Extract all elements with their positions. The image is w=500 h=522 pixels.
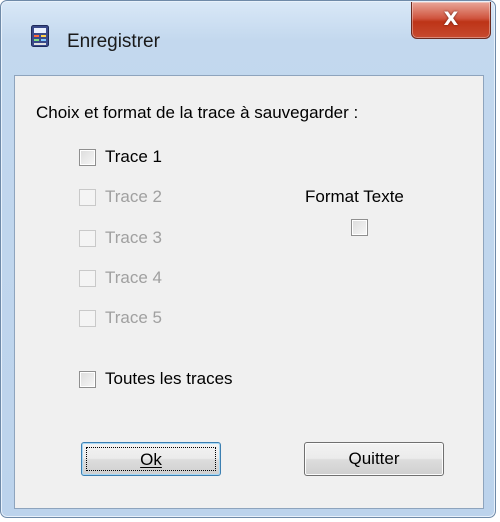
trace-2-row: Trace 2 (79, 186, 162, 208)
trace-5-row: Trace 5 (79, 307, 162, 329)
quit-button[interactable]: Quitter (304, 442, 444, 476)
trace-5-label: Trace 5 (105, 308, 163, 327)
trace-2-checkbox (79, 188, 96, 206)
quit-button-label: Quitter (348, 449, 400, 468)
close-icon: X (443, 8, 459, 30)
trace-1-label: Trace 1 (105, 147, 163, 166)
trace-4-label: Trace 4 (105, 268, 163, 287)
trace-4-checkbox (79, 269, 96, 287)
trace-3-checkbox (79, 229, 96, 247)
close-button[interactable]: X (411, 2, 491, 39)
all-traces-row[interactable]: Toutes les traces (79, 368, 233, 390)
all-traces-checkbox[interactable] (79, 370, 96, 388)
trace-2-label: Trace 2 (105, 187, 163, 206)
ok-button[interactable]: Ok (81, 442, 221, 476)
format-text-label: Format Texte (305, 187, 404, 206)
trace-5-checkbox (79, 309, 96, 327)
trace-1-checkbox[interactable] (79, 148, 96, 166)
dialog-window: Enregistrer X Choix et format de la trac… (0, 0, 496, 518)
window-title: Enregistrer (67, 31, 160, 52)
trace-3-label: Trace 3 (105, 228, 163, 247)
trace-4-row: Trace 4 (79, 267, 162, 289)
all-traces-label: Toutes les traces (105, 369, 233, 388)
prompt-label: Choix et format de la trace à sauvegarde… (36, 103, 359, 122)
format-text-checkbox[interactable] (351, 219, 368, 236)
ok-button-label: Ok (140, 450, 162, 469)
app-icon (31, 25, 49, 47)
trace-1-row[interactable]: Trace 1 (79, 146, 162, 168)
trace-3-row: Trace 3 (79, 227, 162, 249)
client-area: Choix et format de la trace à sauvegarde… (14, 75, 484, 509)
ok-focus-rect: Ok (86, 447, 216, 471)
